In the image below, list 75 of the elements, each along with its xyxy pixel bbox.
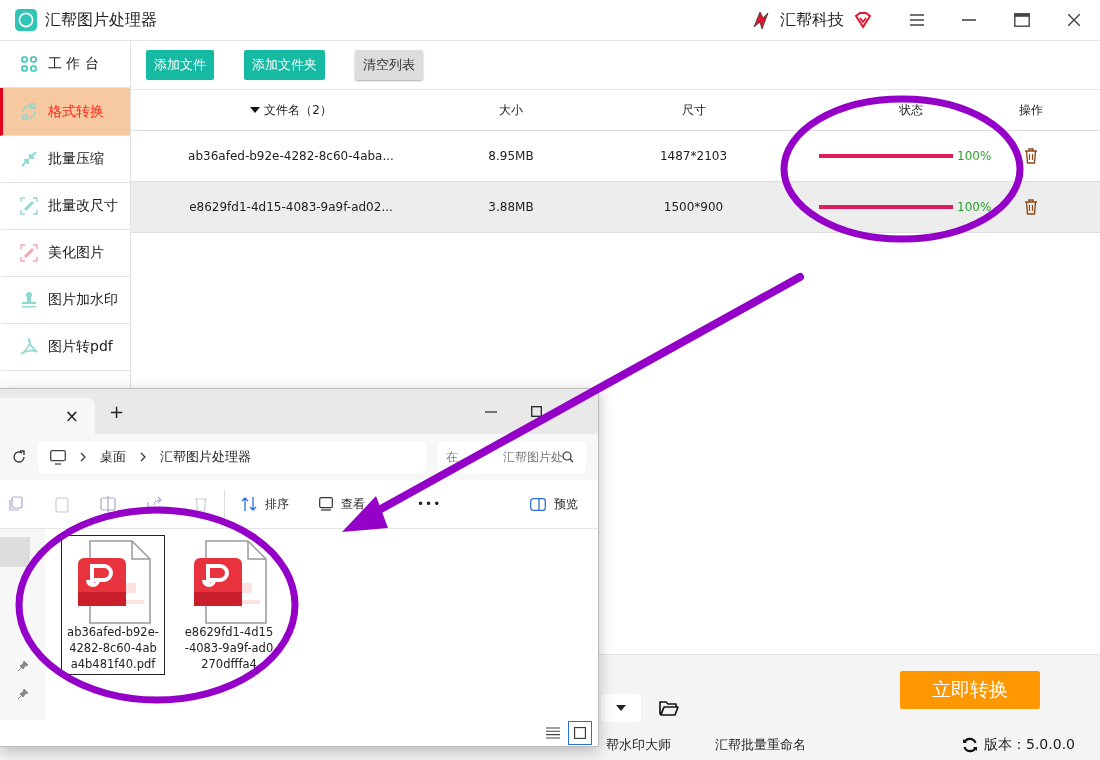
sidebar-item-icon [20, 150, 38, 168]
sort-caret-icon[interactable] [250, 107, 261, 113]
column-header: 状态 [899, 101, 923, 119]
vip-icon[interactable] [854, 11, 872, 29]
delete-icon[interactable] [194, 496, 208, 512]
details-view-icon[interactable] [546, 727, 560, 739]
rename-icon[interactable] [100, 495, 116, 513]
toolbar-button[interactable]: 清空列表 [355, 50, 423, 80]
file-name-cell: ab36afed-b92e-4282-8c60-4aba... [188, 149, 394, 163]
column-header: 操作 [1019, 101, 1043, 119]
sidebar-item-icon [20, 244, 38, 262]
view-icon [319, 497, 333, 511]
preview-pane-icon [530, 497, 546, 511]
minimize-icon[interactable] [485, 410, 497, 413]
maximize-icon[interactable] [1014, 13, 1030, 27]
file-name: e8629fd1-4d15-4083-9a9f-ad0270dfffa4 [183, 624, 275, 672]
progress-percent: 100% [957, 200, 992, 214]
folder-icon[interactable] [659, 699, 679, 716]
column-header: 尺寸 [681, 101, 706, 119]
file-item[interactable]: e8629fd1-4d15-4083-9a9f-ad0270dfffa4 [177, 535, 281, 675]
file-size-cell: 8.95MB [488, 149, 534, 163]
file-size-cell: 3.88MB [488, 200, 534, 214]
menu-icon[interactable] [910, 14, 924, 26]
footer-link[interactable]: 汇帮批量重命名 [715, 736, 806, 754]
sidebar-item[interactable]: 图片加水印 [0, 277, 130, 324]
sidebar-item-icon [20, 102, 38, 121]
more-button[interactable]: ••• [417, 497, 442, 511]
breadcrumb-item[interactable]: 汇帮图片处理器 [160, 448, 251, 466]
brand-name: 汇帮科技 [780, 9, 844, 31]
view-button[interactable]: 查看 [319, 495, 365, 513]
footer-link[interactable]: 帮水印大师 [606, 736, 671, 754]
window-title: 汇帮图片处理器 [45, 9, 157, 31]
new-tab-icon[interactable]: + [109, 401, 125, 422]
sidebar-item-icon [20, 197, 38, 215]
progress-percent: 100% [957, 149, 992, 163]
trash-icon[interactable] [1024, 148, 1038, 164]
pin-icon[interactable] [16, 688, 29, 700]
file-name-cell: e8629fd1-4d15-4083-9a9f-ad02... [189, 200, 393, 214]
tab-close-icon[interactable]: × [64, 406, 79, 426]
sidebar-item-icon [20, 291, 38, 309]
sidebar-item[interactable]: 图片转pdf [0, 324, 130, 371]
search-icon [562, 451, 574, 463]
sidebar-item[interactable]: 美化图片 [0, 230, 130, 277]
version-label: 版本：5.0.0.0 [984, 736, 1075, 754]
chevron-icon [140, 452, 146, 462]
dimensions-cell: 1487*2103 [659, 149, 728, 163]
breadcrumb-item[interactable]: 桌面 [100, 448, 126, 466]
file-name: ab36afed-b92e-4282-8c60-4aba4b481f40.pdf [67, 624, 159, 672]
column-header: 文件名（2） [264, 101, 332, 119]
refresh-icon[interactable] [962, 737, 978, 753]
dimensions-cell: 1500*900 [663, 200, 724, 214]
explorer-tab[interactable]: × [0, 398, 95, 434]
refresh-icon[interactable] [12, 450, 26, 464]
tile-icon [574, 727, 586, 739]
chevron-icon [80, 452, 86, 462]
file-item[interactable]: ab36afed-b92e-4282-8c60-4aba4b481f40.pdf [61, 535, 165, 675]
dropdown-caret-icon [616, 704, 626, 711]
tiles-view-button[interactable] [568, 721, 592, 745]
app-logo-icon [15, 9, 37, 31]
sidebar-item[interactable]: 批量压缩 [0, 136, 130, 183]
address-bar[interactable]: 桌面 汇帮图片处理器 [38, 441, 426, 473]
sort-arrows-icon [241, 496, 257, 512]
computer-icon [50, 449, 66, 465]
table-row[interactable]: e8629fd1-4d15-4083-9a9f-ad02... 3.88MB 1500*900 100% [131, 182, 1100, 233]
sort-button[interactable]: 排序 [241, 495, 289, 513]
sidebar-item-icon [20, 338, 38, 356]
column-header: 大小 [499, 101, 523, 119]
output-dropdown[interactable] [601, 693, 641, 722]
maximize-icon[interactable] [531, 406, 542, 417]
pin-icon[interactable] [16, 660, 29, 672]
sidebar-item[interactable]: 批量改尺寸 [0, 183, 130, 230]
preview-button[interactable]: 预览 [530, 495, 578, 513]
sidebar-item-icon [20, 55, 38, 73]
close-icon[interactable] [1068, 14, 1080, 26]
trash-icon[interactable] [1024, 199, 1038, 215]
